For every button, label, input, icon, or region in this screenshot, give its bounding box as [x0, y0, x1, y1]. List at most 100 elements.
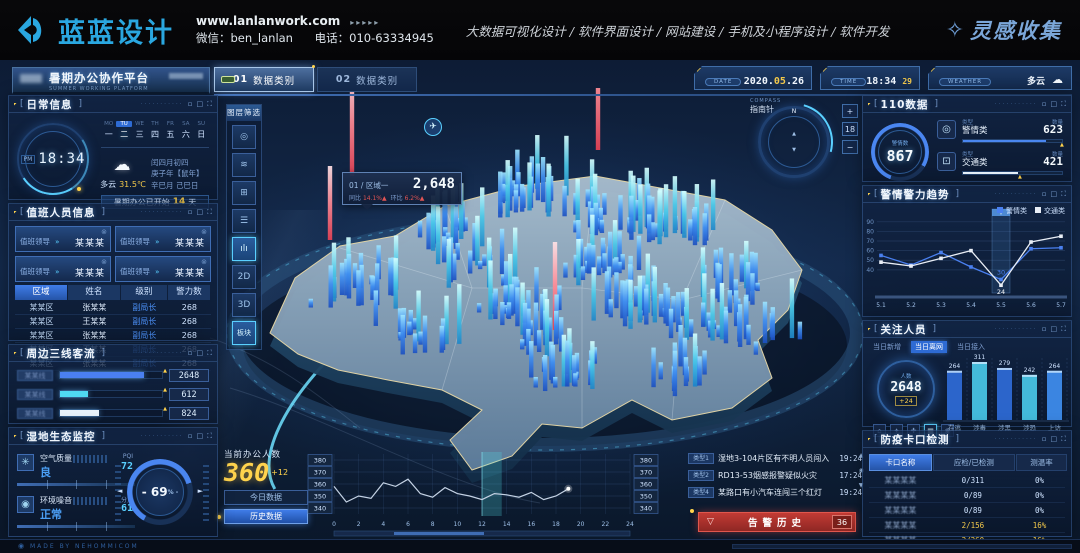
signal-layer-button[interactable]: ≋	[232, 153, 256, 177]
chevron-up-icon[interactable]: ▲	[792, 131, 796, 137]
svg-text:70: 70	[866, 238, 874, 245]
zoom-out-button[interactable]: −	[842, 140, 858, 154]
brand-logo[interactable]: 蓝蓝设计	[14, 11, 174, 50]
time-label: TIME	[831, 78, 866, 86]
table-row[interactable]: 某某区王某某副局长268	[15, 315, 211, 329]
gauge-right-arrow[interactable]: ►	[198, 487, 203, 495]
window-icon[interactable]: □	[1050, 325, 1057, 333]
panel-alarm-trend: [警情警力趋势]···········▫□⛶ 警情类 交通类 908070605…	[862, 185, 1072, 317]
close-icon[interactable]: ⊗	[101, 228, 107, 236]
alert-tag: 类型4	[688, 487, 714, 498]
svg-text:40: 40	[866, 267, 874, 274]
list-layer-button[interactable]: ☰	[232, 209, 256, 233]
3d-icon: 3D	[238, 300, 251, 310]
today-data-button[interactable]: 今日数据	[224, 490, 308, 505]
window-icon[interactable]: □	[196, 432, 203, 440]
site-url[interactable]: www.lanlanwork.com	[196, 14, 340, 28]
window-icon[interactable]: □	[196, 208, 203, 216]
expand-icon[interactable]: ⛶	[1061, 325, 1066, 334]
alert-item[interactable]: 类型4 某路口有小汽车连闯三个红灯 19:24	[688, 484, 862, 501]
zoom-in-button[interactable]: +	[842, 104, 858, 118]
tab-daily-new[interactable]: 当日新增	[869, 341, 905, 353]
gauge-left-arrow[interactable]: ◄	[117, 487, 122, 495]
window-icon[interactable]: □	[1050, 100, 1057, 108]
duty-leader-card[interactable]: 值班领导 »⊗某某某	[15, 226, 111, 252]
svg-text:370: 370	[314, 469, 326, 477]
chevron-down-icon[interactable]: ▼	[792, 147, 796, 153]
minimize-icon[interactable]: ▫	[1042, 100, 1047, 108]
svg-text:50: 50	[866, 257, 874, 264]
table-row[interactable]: 某某区张某某副局长268	[15, 301, 211, 315]
tab-daily-offline[interactable]: 当日离网	[911, 341, 947, 353]
alert-history-button[interactable]: ▽ 告警历史 36	[698, 512, 856, 532]
close-icon[interactable]: ⊗	[201, 258, 207, 266]
alert-tag: 类型2	[688, 470, 714, 481]
window-icon[interactable]: □	[1050, 190, 1057, 198]
minimize-icon[interactable]: ▫	[1042, 190, 1047, 198]
grid-layer-button[interactable]: ⊞	[232, 181, 256, 205]
panel-title: 湿地生态监控	[27, 429, 96, 444]
compass: COMPASS指南针 N ▲▼	[752, 100, 836, 184]
plane-marker-icon[interactable]: ✈	[424, 118, 442, 136]
table-row[interactable]: 某某某某0/890%	[869, 503, 1065, 518]
minimize-icon[interactable]: ▫	[188, 208, 193, 216]
weather-label: WEATHER	[939, 78, 991, 86]
window-icon[interactable]: □	[196, 349, 203, 357]
panel-title: 警情警力趋势	[881, 187, 950, 202]
camera-layer-button[interactable]: ◎	[232, 125, 256, 149]
window-icon[interactable]: □	[196, 100, 203, 108]
duty-leader-card[interactable]: 值班领导 »⊗某某某	[115, 256, 211, 282]
expand-icon[interactable]: ⛶	[1061, 100, 1066, 109]
table-row[interactable]: 某某某某2/15616%	[869, 518, 1065, 533]
trend-line-chart[interactable]: 908070605040⌄30245.15.25.35.45.55.65.7	[863, 203, 1069, 313]
blocks-layer-button[interactable]: 板块	[232, 321, 256, 345]
svg-text:311: 311	[974, 354, 986, 361]
expand-icon[interactable]: ⛶	[207, 432, 212, 441]
checkpoint-header: 卡口名称应检/已检测测温率	[869, 454, 1065, 469]
focus-bar-chart[interactable]: 264在逃311涉毒279涉黑242涉恐264上访	[943, 350, 1069, 436]
alert-tag: 类型1	[688, 453, 714, 464]
close-icon[interactable]: ⊗	[201, 228, 207, 236]
minimize-icon[interactable]: ▫	[1042, 325, 1047, 333]
table-row[interactable]: 某某某某0/3110%	[869, 473, 1065, 488]
window-icon[interactable]: □	[1050, 435, 1057, 443]
expand-icon[interactable]: ⛶	[207, 208, 212, 217]
duty-leader-card[interactable]: 值班领导 »⊗某某某	[15, 256, 111, 282]
noise-slider[interactable]	[17, 525, 135, 528]
3d-layer-button[interactable]: 3D	[232, 293, 256, 317]
minimize-icon[interactable]: ▫	[188, 349, 193, 357]
alert-item[interactable]: 类型2 RD13-53烟感报警疑似火灾 17:24	[688, 467, 862, 484]
minimize-icon[interactable]: ▫	[188, 432, 193, 440]
svg-text:22: 22	[602, 521, 610, 528]
inspiration-collect[interactable]: ✧ 灵感收集	[946, 15, 1062, 45]
footer-scrollbar[interactable]	[732, 544, 1072, 549]
tab-checkpoint-name[interactable]: 卡口名称	[869, 454, 932, 471]
camera-icon: ◎	[240, 132, 248, 142]
minimize-icon[interactable]: ▫	[188, 100, 193, 108]
tab-data-category-2[interactable]: 02 数据类别	[317, 67, 417, 92]
date-day: .26	[786, 76, 804, 87]
close-icon[interactable]: ⊗	[101, 258, 107, 266]
history-data-button[interactable]: 历史数据	[224, 509, 308, 524]
signal-icon: ≋	[240, 160, 248, 170]
svg-text:350: 350	[640, 493, 652, 501]
bar-chart-layer-button[interactable]: ılı	[232, 237, 256, 261]
expand-icon[interactable]: ⛶	[207, 349, 212, 358]
svg-text:30: 30	[997, 268, 1005, 276]
weather-cloud-icon: ☁	[114, 155, 131, 175]
duty-leader-card[interactable]: 值班领导 »⊗某某某	[115, 226, 211, 252]
svg-text:14: 14	[503, 521, 511, 528]
expand-icon[interactable]: ⛶	[1061, 190, 1066, 199]
expand-icon[interactable]: ⛶	[207, 100, 212, 109]
expand-icon[interactable]: ⛶	[1061, 435, 1066, 444]
2d-layer-button[interactable]: 2D	[232, 265, 256, 289]
alert-item[interactable]: 类型1 湿地3-104片区有不明人员闯入 19:24	[688, 450, 862, 467]
eco-gauge: - 69% - ◄ ►	[127, 459, 193, 525]
services-tagline: 大数据可视化设计 / 软件界面设计 / 网站建设 / 手机及小程序设计 / 软件…	[466, 21, 890, 40]
minimize-icon[interactable]: ▫	[1042, 435, 1047, 443]
table-row[interactable]: 某某某某0/890%	[869, 488, 1065, 503]
table-row[interactable]: 某某区张某某副局长268	[15, 329, 211, 343]
office-trend-chart[interactable]: 3803803703703603603503503403400246810121…	[306, 448, 660, 540]
tab-data-category-1[interactable]: 01 数据类别	[214, 67, 314, 92]
svg-text:5.1: 5.1	[876, 302, 886, 309]
